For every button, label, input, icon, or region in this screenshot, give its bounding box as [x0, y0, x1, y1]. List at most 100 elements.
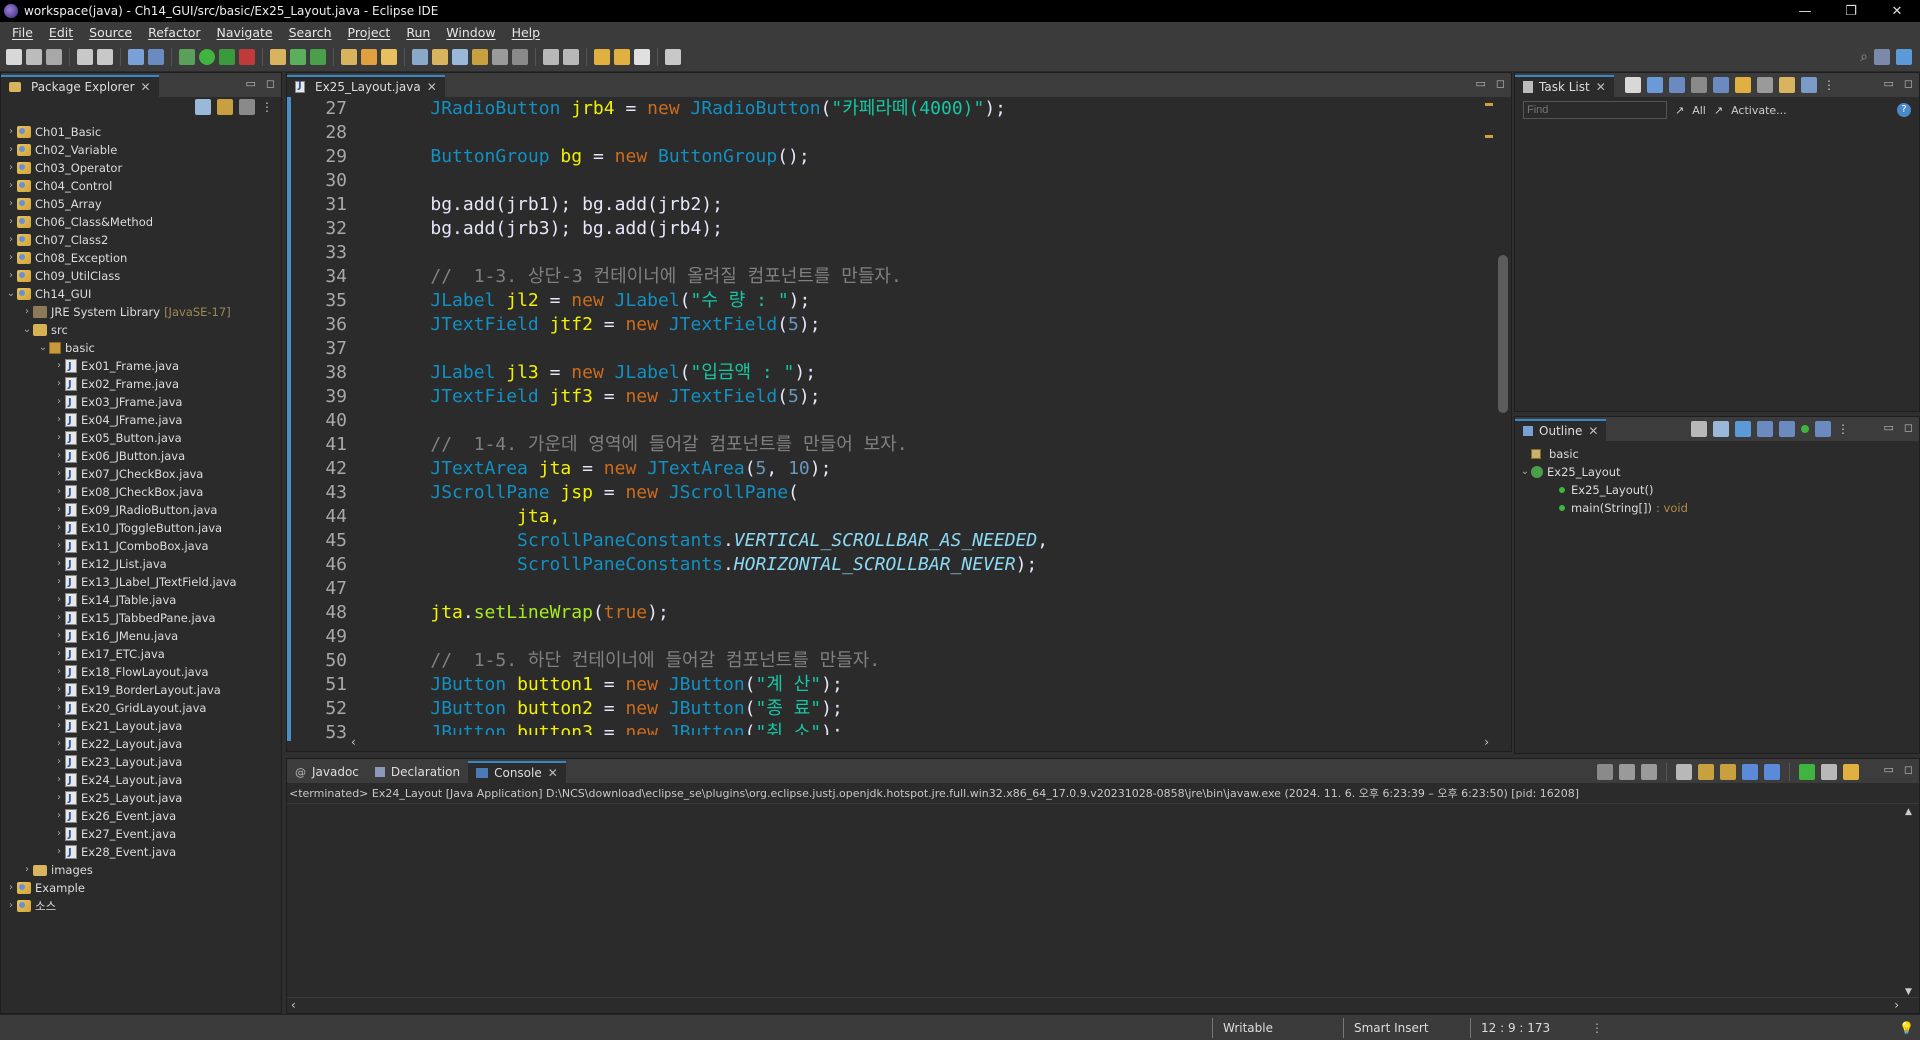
- forward-icon[interactable]: [634, 48, 650, 65]
- menu-window[interactable]: Window: [438, 25, 503, 40]
- activate-link[interactable]: Activate...: [1731, 104, 1787, 117]
- tree-project[interactable]: › Ch09_UtilClass: [5, 267, 281, 285]
- tab-package-explorer[interactable]: Package Explorer ✕: [1, 75, 159, 97]
- undo-icon[interactable]: [77, 48, 93, 65]
- external-tools-icon[interactable]: [239, 48, 255, 65]
- open-task-icon[interactable]: [361, 48, 377, 65]
- overview-mark[interactable]: [1485, 135, 1493, 138]
- maximize-view-icon[interactable]: ◻: [1904, 763, 1913, 776]
- menu-run[interactable]: Run: [398, 25, 438, 40]
- outline-class[interactable]: ⌄ Ex25_Layout: [1519, 463, 1919, 481]
- tree-java-file[interactable]: › Ex01_Frame.java: [5, 357, 281, 376]
- chevron-right-icon[interactable]: ›: [21, 303, 33, 321]
- tree-java-file[interactable]: › Ex02_Frame.java: [5, 375, 281, 394]
- editor-horizontal-scrollbar[interactable]: ‹ ›: [347, 735, 1493, 751]
- search-toolbar-icon[interactable]: [381, 48, 397, 65]
- tree-java-file[interactable]: › Ex21_Layout.java: [5, 717, 281, 736]
- collapse-all-icon[interactable]: [195, 99, 211, 115]
- tree-java-file[interactable]: › Ex24_Layout.java: [5, 771, 281, 790]
- chevron-right-icon[interactable]: ›: [53, 807, 65, 825]
- chevron-down-icon[interactable]: ⌄: [5, 285, 17, 303]
- tab-outline[interactable]: Outline ✕: [1515, 419, 1607, 441]
- collapse-all-icon[interactable]: [1757, 77, 1773, 93]
- hide-nonpublic-icon[interactable]: [1779, 421, 1795, 437]
- tree-jre-library[interactable]: › JRE System Library [JavaSE-17]: [5, 303, 281, 321]
- tree-project[interactable]: › Ch03_Operator: [5, 159, 281, 177]
- chevron-right-icon[interactable]: ›: [53, 609, 65, 627]
- tree-project-expanded[interactable]: ⌄ Ch14_GUI: [5, 285, 281, 303]
- hide-static-icon[interactable]: [1757, 421, 1773, 437]
- tab-console[interactable]: Console ✕: [468, 761, 566, 783]
- chevron-right-icon[interactable]: ›: [53, 717, 65, 735]
- remove-all-icon[interactable]: [1641, 764, 1657, 780]
- terminal-icon[interactable]: [128, 48, 144, 65]
- chevron-right-icon[interactable]: ›: [53, 429, 65, 447]
- close-icon[interactable]: ✕: [141, 80, 151, 94]
- new-icon[interactable]: [6, 48, 22, 65]
- tree-java-file[interactable]: › Ex04_JFrame.java: [5, 411, 281, 430]
- tree-java-file[interactable]: › Ex06_JButton.java: [5, 447, 281, 466]
- categorized-icon[interactable]: [1647, 77, 1663, 93]
- minimize-button[interactable]: —: [1782, 0, 1828, 22]
- insert-mode-status[interactable]: Smart Insert: [1344, 1021, 1470, 1035]
- save-icon[interactable]: [26, 48, 42, 65]
- java-perspective-icon[interactable]: [1896, 48, 1912, 65]
- block-selection-icon[interactable]: [452, 48, 468, 65]
- pin-console-icon[interactable]: [1799, 764, 1815, 780]
- tree-java-file[interactable]: › Ex13_JLabel_JTextField.java: [5, 573, 281, 592]
- close-icon[interactable]: ✕: [548, 766, 558, 780]
- chevron-right-icon[interactable]: ›: [53, 357, 65, 375]
- link-editor-icon[interactable]: [1815, 421, 1831, 437]
- overview-mark[interactable]: [1485, 103, 1493, 106]
- tree-project[interactable]: › Ch02_Variable: [5, 141, 281, 159]
- minimize-editor-icon[interactable]: ▭: [1475, 77, 1485, 90]
- outline-package[interactable]: basic: [1519, 445, 1919, 463]
- maximize-view-icon[interactable]: ◻: [1904, 77, 1913, 90]
- chevron-down-icon[interactable]: ⌄: [37, 339, 49, 357]
- tab-task-list[interactable]: Task List ✕: [1515, 75, 1614, 97]
- new-class-icon[interactable]: [310, 48, 326, 65]
- scrollbar-thumb[interactable]: [1498, 255, 1508, 413]
- tree-java-file[interactable]: › Ex09_JRadioButton.java: [5, 501, 281, 520]
- minimize-view-icon[interactable]: ▭: [1883, 763, 1893, 776]
- chevron-right-icon[interactable]: ›: [53, 771, 65, 789]
- new-task-icon[interactable]: [1625, 77, 1641, 93]
- link-with-editor-icon[interactable]: [217, 99, 233, 115]
- chevron-right-icon[interactable]: ›: [5, 195, 17, 213]
- tree-java-file[interactable]: › Ex03_JFrame.java: [5, 393, 281, 412]
- word-wrap-icon[interactable]: [1720, 764, 1736, 780]
- menu-search[interactable]: Search: [281, 25, 340, 40]
- menu-edit[interactable]: Edit: [41, 25, 81, 40]
- find-input[interactable]: [1523, 101, 1667, 119]
- chevron-right-icon[interactable]: ›: [53, 555, 65, 573]
- chevron-right-icon[interactable]: ›: [53, 699, 65, 717]
- scroll-down-icon[interactable]: ▼: [1905, 987, 1912, 997]
- chevron-right-icon[interactable]: ›: [53, 681, 65, 699]
- show-whitespace-icon[interactable]: [492, 48, 508, 65]
- menu-source[interactable]: Source: [81, 25, 140, 40]
- menu-navigate[interactable]: Navigate: [209, 25, 281, 40]
- tree-java-file[interactable]: › Ex16_JMenu.java: [5, 627, 281, 646]
- maximize-editor-icon[interactable]: ◻: [1496, 77, 1505, 90]
- annotation-icon[interactable]: [412, 48, 428, 65]
- chevron-right-icon[interactable]: ›: [53, 843, 65, 861]
- pin-editor-icon[interactable]: [665, 48, 681, 65]
- tree-java-file[interactable]: › Ex20_GridLayout.java: [5, 699, 281, 718]
- tree-java-file[interactable]: › Ex17_ETC.java: [5, 645, 281, 664]
- tree-project[interactable]: › Ch06_Class&Method: [5, 213, 281, 231]
- console-vertical-scrollbar[interactable]: ▲ ▼: [1903, 807, 1917, 997]
- terminate-icon[interactable]: [1597, 764, 1613, 780]
- tree-java-file[interactable]: › Ex14_JTable.java: [5, 591, 281, 610]
- last-edit-icon[interactable]: [594, 48, 610, 65]
- outline-method[interactable]: main(String[]): void: [1519, 499, 1919, 517]
- maximize-button[interactable]: ❐: [1828, 0, 1874, 22]
- chevron-right-icon[interactable]: ›: [53, 447, 65, 465]
- menu-refactor[interactable]: Refactor: [140, 25, 208, 40]
- chevron-right-icon[interactable]: ›: [53, 411, 65, 429]
- new-java-project-icon[interactable]: [270, 48, 286, 65]
- pilcrow-icon[interactable]: [512, 48, 528, 65]
- show-on-output-icon[interactable]: [1742, 764, 1758, 780]
- chevron-right-icon[interactable]: ›: [53, 645, 65, 663]
- tree-java-file[interactable]: › Ex08_JCheckBox.java: [5, 483, 281, 502]
- next-annotation-icon[interactable]: [543, 48, 559, 65]
